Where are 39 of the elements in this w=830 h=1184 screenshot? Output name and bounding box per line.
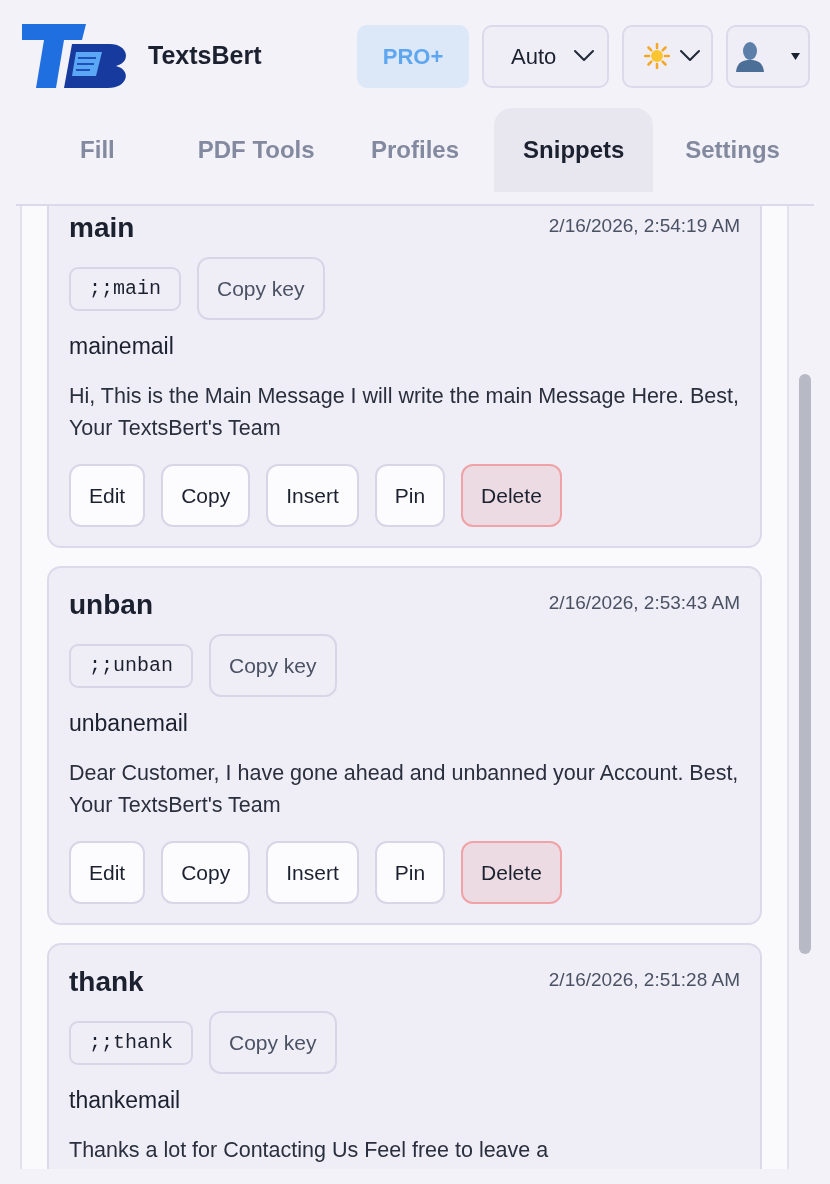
action-button[interactable]: Pin — [374, 464, 446, 527]
action-button[interactable]: Insert — [266, 841, 359, 904]
sun-icon — [644, 43, 670, 69]
snippet-date: 2/16/2026, 2:54:19 AM — [548, 214, 740, 238]
action-button[interactable]: Edit — [69, 464, 146, 527]
avatar-icon — [734, 40, 766, 72]
action-button[interactable]: Edit — [69, 841, 146, 904]
action-button[interactable]: Insert — [266, 464, 359, 527]
nav-tab[interactable]: Snippets — [494, 108, 654, 192]
theme-select[interactable] — [622, 24, 713, 88]
snippet-date: 2/16/2026, 2:53:43 AM — [548, 591, 740, 615]
account-menu[interactable] — [726, 24, 810, 88]
snippet-subtitle: unbanemail — [69, 709, 189, 738]
copy-key-button[interactable]: Copy key — [209, 1011, 337, 1074]
snippet-subtitle: mainemail — [69, 332, 175, 361]
mode-select[interactable]: Auto — [482, 24, 609, 88]
action-button[interactable]: Copy — [161, 841, 251, 904]
snippet-title: unban — [69, 588, 153, 622]
copy-key-button[interactable]: Copy key — [209, 634, 337, 697]
snippet-key: ;;main — [69, 266, 181, 311]
snippet-subtitle: thankemail — [69, 1086, 182, 1115]
app-title: TextsBert — [148, 40, 262, 72]
delete-button[interactable]: Delete — [461, 464, 562, 527]
chevron-down-icon — [679, 49, 701, 63]
action-button[interactable]: Pin — [374, 841, 446, 904]
snippet-date: 2/16/2026, 2:51:28 AM — [548, 968, 740, 992]
copy-key-button[interactable]: Copy key — [197, 257, 325, 320]
delete-button[interactable]: Delete — [461, 841, 562, 904]
scrollbar-thumb[interactable] — [799, 374, 811, 954]
snippet-key: ;;unban — [69, 643, 193, 688]
action-button[interactable]: Copy — [161, 464, 251, 527]
snippet-body: Dear Customer, I have gone ahead and unbanned your Account. Best, Your TextsBert's Team — [69, 760, 740, 819]
caret-down-icon — [791, 52, 800, 60]
snippet-body: Thanks a lot for Contacting Us Feel free to leave a — [69, 1137, 550, 1164]
snippet-body: Hi, This is the Main Message I will write the main Message Here. Best, Your TextsBert's Team — [69, 383, 740, 442]
snippet-title: thank — [69, 965, 144, 999]
snippet-title: main — [69, 211, 135, 245]
snippet-key: ;;thank — [69, 1020, 193, 1065]
chevron-down-icon — [573, 49, 595, 63]
